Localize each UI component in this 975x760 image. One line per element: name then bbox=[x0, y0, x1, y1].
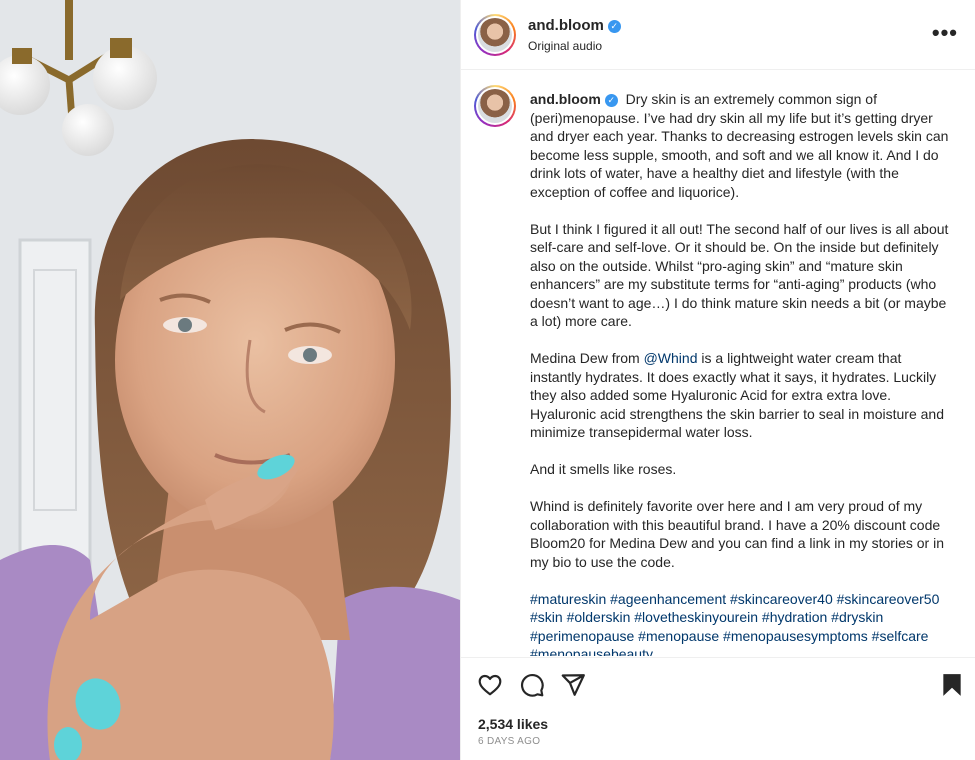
bookmark-icon[interactable] bbox=[939, 672, 965, 698]
avatar[interactable] bbox=[474, 14, 516, 56]
comment-icon[interactable] bbox=[519, 672, 545, 698]
caption-avatar[interactable] bbox=[474, 85, 516, 127]
caption-username[interactable]: and.bloom ✓ bbox=[530, 91, 618, 107]
hashtags[interactable]: #matureskin #ageenhancement #skincareove… bbox=[530, 590, 950, 657]
post-actions: 2,534 likes 6 DAYS AGO bbox=[461, 657, 975, 760]
audio-link[interactable]: Original audio bbox=[528, 39, 602, 53]
video-frame bbox=[0, 0, 460, 760]
heart-icon[interactable] bbox=[477, 672, 503, 698]
post-timestamp[interactable]: 6 DAYS AGO bbox=[478, 736, 540, 747]
username-link[interactable]: and.bloom ✓ bbox=[528, 17, 621, 34]
paper-plane-icon[interactable] bbox=[560, 672, 586, 698]
post-panel: and.bloom ✓ Original audio ••• and.bloom ✓… bbox=[460, 0, 975, 760]
verified-icon: ✓ bbox=[604, 94, 618, 107]
more-options-icon[interactable]: ••• bbox=[932, 22, 958, 44]
mention-link[interactable]: @Whind bbox=[644, 350, 698, 366]
caption-paragraph-4: And it smells like roses. bbox=[530, 461, 677, 477]
caption-paragraph-1: Dry skin is an extremely common sign of … bbox=[530, 91, 949, 200]
post-caption: and.bloom ✓ Dry skin is an extremely comm… bbox=[530, 90, 950, 656]
post-media[interactable] bbox=[0, 0, 460, 760]
caption-paragraph-2: But I think I figured it all out! The se… bbox=[530, 220, 949, 330]
username-text[interactable]: and.bloom bbox=[528, 17, 604, 34]
caption-paragraph-3-start: Medina Dew from bbox=[530, 350, 644, 366]
caption-paragraph-5: Whind is definitely favorite over here a… bbox=[530, 498, 944, 570]
caption-username-text[interactable]: and.bloom bbox=[530, 91, 601, 107]
verified-icon: ✓ bbox=[607, 20, 621, 33]
likes-count[interactable]: 2,534 likes bbox=[478, 716, 548, 732]
caption-scroll-area[interactable]: and.bloom ✓ Dry skin is an extremely comm… bbox=[461, 71, 975, 656]
post-header: and.bloom ✓ Original audio ••• bbox=[461, 0, 975, 70]
